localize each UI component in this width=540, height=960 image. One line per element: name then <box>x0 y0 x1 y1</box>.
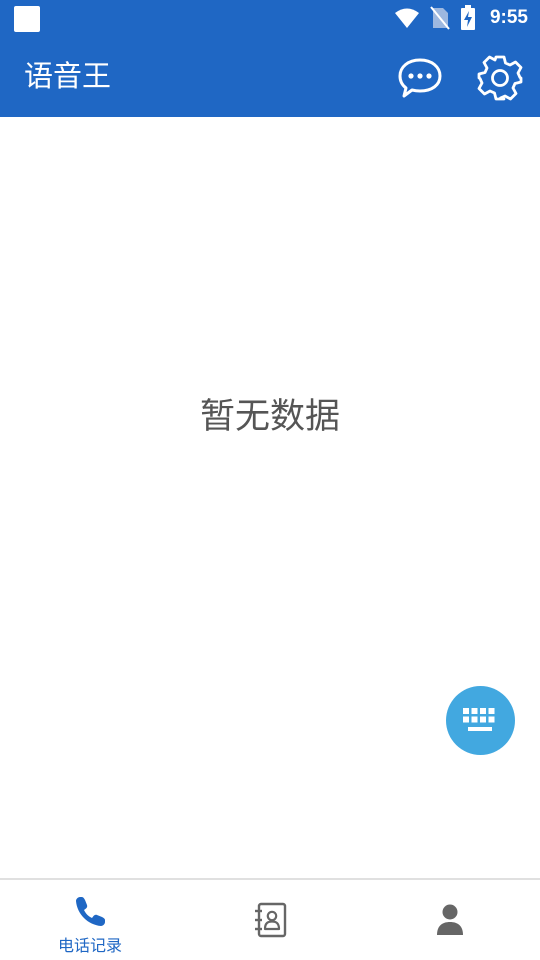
chat-bubble-icon <box>398 58 442 98</box>
empty-state-text: 暂无数据 <box>199 397 340 437</box>
screen: 9:55 语音王 暂无数据 电话记录 <box>0 0 540 960</box>
no-sim-icon <box>430 6 450 30</box>
app-bar: 语音王 <box>0 36 540 117</box>
dialpad-fab[interactable] <box>446 686 515 755</box>
contacts-book-icon <box>255 902 287 938</box>
app-title: 语音王 <box>24 59 112 93</box>
status-icons: 9:55 <box>394 5 528 30</box>
wifi-icon <box>394 8 419 28</box>
gear-icon <box>477 55 523 101</box>
nav-item-call-log[interactable]: 电话记录 <box>0 880 180 960</box>
status-bar: 9:55 <box>0 0 540 36</box>
nav-item-profile[interactable] <box>360 880 540 960</box>
phone-icon <box>76 897 105 926</box>
nav-item-contacts[interactable] <box>180 880 360 960</box>
keyboard-icon <box>462 707 494 731</box>
status-time: 9:55 <box>489 7 528 28</box>
battery-charging-icon <box>460 5 475 30</box>
notification-square-icon <box>14 6 40 32</box>
nav-label-call-log: 电话记录 <box>57 936 122 955</box>
person-icon <box>437 904 463 935</box>
bottom-navigation: 电话记录 <box>0 878 540 960</box>
settings-button[interactable] <box>476 54 524 102</box>
chat-button[interactable] <box>396 54 444 102</box>
